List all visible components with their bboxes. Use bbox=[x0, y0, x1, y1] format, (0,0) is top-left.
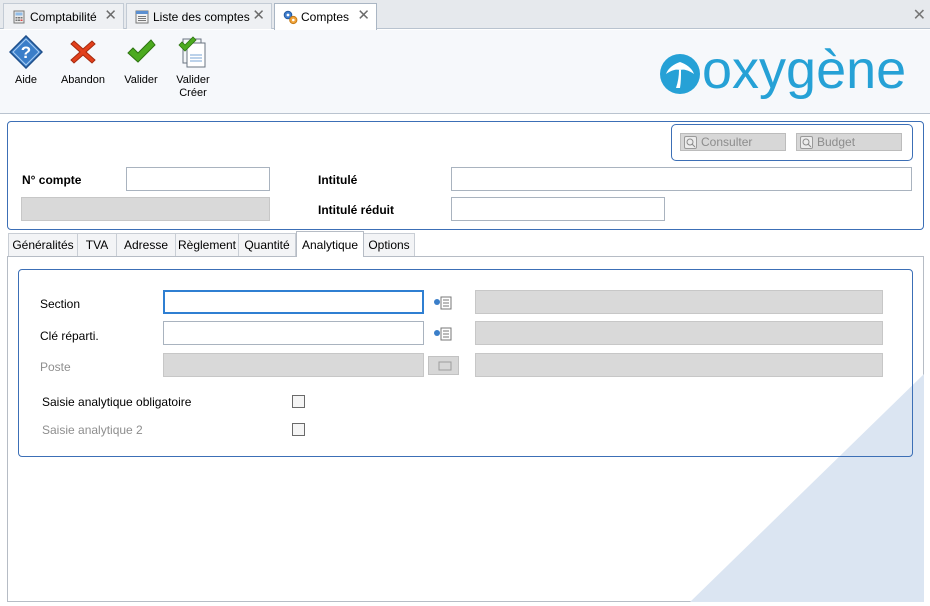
tab-label: Généralités bbox=[12, 238, 74, 252]
num-compte-readonly-field bbox=[21, 197, 270, 221]
tab-tva[interactable]: TVA bbox=[77, 233, 117, 256]
tab-analytique[interactable]: Analytique bbox=[296, 231, 364, 257]
tab-options[interactable]: Options bbox=[363, 233, 415, 256]
tab-label: Quantité bbox=[244, 238, 290, 252]
consulter-label: Consulter bbox=[701, 135, 753, 149]
tab-label: Options bbox=[368, 238, 410, 252]
valider-creer-label-1: Valider bbox=[176, 74, 210, 86]
check-icon bbox=[127, 39, 156, 63]
tab-label: Analytique bbox=[301, 237, 359, 252]
list-icon bbox=[135, 10, 149, 24]
valider-creer-label-2: Créer bbox=[179, 87, 207, 99]
valider-label: Valider bbox=[124, 74, 158, 86]
poste-label: Poste bbox=[40, 360, 71, 374]
tab-label: Comptes bbox=[301, 10, 350, 24]
saisie-analytique-2-checkbox[interactable] bbox=[292, 423, 305, 436]
saisie-analytique-2-label: Saisie analytique 2 bbox=[42, 423, 143, 437]
cle-description-field bbox=[475, 321, 883, 345]
cle-repartition-label: Clé réparti. bbox=[40, 329, 99, 343]
section-input[interactable] bbox=[163, 290, 424, 314]
cle-repartition-input[interactable] bbox=[163, 321, 424, 345]
document-tabs-bar: Comptabilité ✕ Liste des comptes ✕ Compt… bbox=[0, 0, 930, 30]
intitule-input[interactable] bbox=[451, 167, 912, 191]
aide-label: Aide bbox=[14, 74, 38, 86]
tab-generalites[interactable]: Généralités bbox=[8, 233, 78, 256]
budget-label: Budget bbox=[817, 135, 856, 149]
saisie-obligatoire-label: Saisie analytique obligatoire bbox=[42, 395, 192, 409]
window-close-icon[interactable]: ✕ bbox=[913, 5, 926, 25]
list-lookup-icon bbox=[434, 327, 452, 341]
svg-text:?: ? bbox=[21, 43, 31, 62]
oxygene-logo: oxygène bbox=[656, 40, 918, 108]
tab-label: Adresse bbox=[123, 238, 169, 252]
valider-creer-button[interactable]: Valider Créer bbox=[172, 35, 214, 100]
tab-label: Règlement bbox=[177, 238, 237, 252]
consulter-button[interactable]: Consulter bbox=[680, 133, 786, 151]
abandon-label: Abandon bbox=[60, 74, 106, 86]
tab-comptabilite[interactable]: Comptabilité ✕ bbox=[3, 3, 124, 29]
intitule-reduit-label: Intitulé réduit bbox=[318, 203, 394, 217]
saisie-obligatoire-checkbox[interactable] bbox=[292, 395, 305, 408]
valider-button[interactable]: Valider bbox=[122, 35, 160, 87]
abandon-button[interactable]: Abandon bbox=[60, 35, 106, 87]
toolbar: ? Aide Abandon Valider Valider Créer oxy… bbox=[0, 30, 930, 114]
list-lookup-icon bbox=[434, 296, 452, 310]
tab-quantite[interactable]: Quantité bbox=[238, 233, 296, 256]
close-icon[interactable]: ✕ bbox=[104, 8, 117, 23]
intitule-reduit-input[interactable] bbox=[451, 197, 665, 221]
budget-button[interactable]: Budget bbox=[796, 133, 902, 151]
help-icon: ? bbox=[9, 35, 43, 69]
num-compte-input[interactable] bbox=[126, 167, 270, 191]
close-icon[interactable]: ✕ bbox=[357, 8, 370, 23]
tab-comptes[interactable]: Comptes ✕ bbox=[274, 3, 377, 30]
cancel-x-icon bbox=[70, 40, 96, 64]
tab-adresse[interactable]: Adresse bbox=[116, 233, 176, 256]
tab-label: Comptabilité bbox=[30, 9, 97, 24]
close-icon[interactable]: ✕ bbox=[252, 8, 265, 23]
tab-reglement[interactable]: Règlement bbox=[175, 233, 239, 256]
magnifier-icon bbox=[800, 135, 813, 149]
disabled-lookup-icon bbox=[438, 361, 451, 370]
gears-icon bbox=[283, 10, 298, 25]
tab-label: Liste des comptes bbox=[153, 9, 250, 24]
calculator-icon bbox=[12, 10, 26, 24]
validate-new-document-icon bbox=[178, 36, 206, 68]
intitule-label: Intitulé bbox=[318, 173, 358, 187]
num-compte-label: N° compte bbox=[22, 173, 82, 187]
logo-text: oxygène bbox=[702, 48, 906, 100]
section-lookup-button[interactable] bbox=[432, 294, 454, 312]
poste-lookup-button bbox=[428, 356, 459, 375]
aide-button[interactable]: ? Aide bbox=[8, 35, 44, 87]
tab-label: TVA bbox=[85, 238, 109, 252]
cle-lookup-button[interactable] bbox=[432, 325, 454, 343]
section-label: Section bbox=[40, 297, 81, 311]
poste-description-field bbox=[475, 353, 883, 377]
magnifier-icon bbox=[684, 135, 697, 149]
tab-liste-des-comptes[interactable]: Liste des comptes ✕ bbox=[126, 3, 272, 29]
poste-input bbox=[163, 353, 424, 377]
section-description-field bbox=[475, 290, 883, 314]
